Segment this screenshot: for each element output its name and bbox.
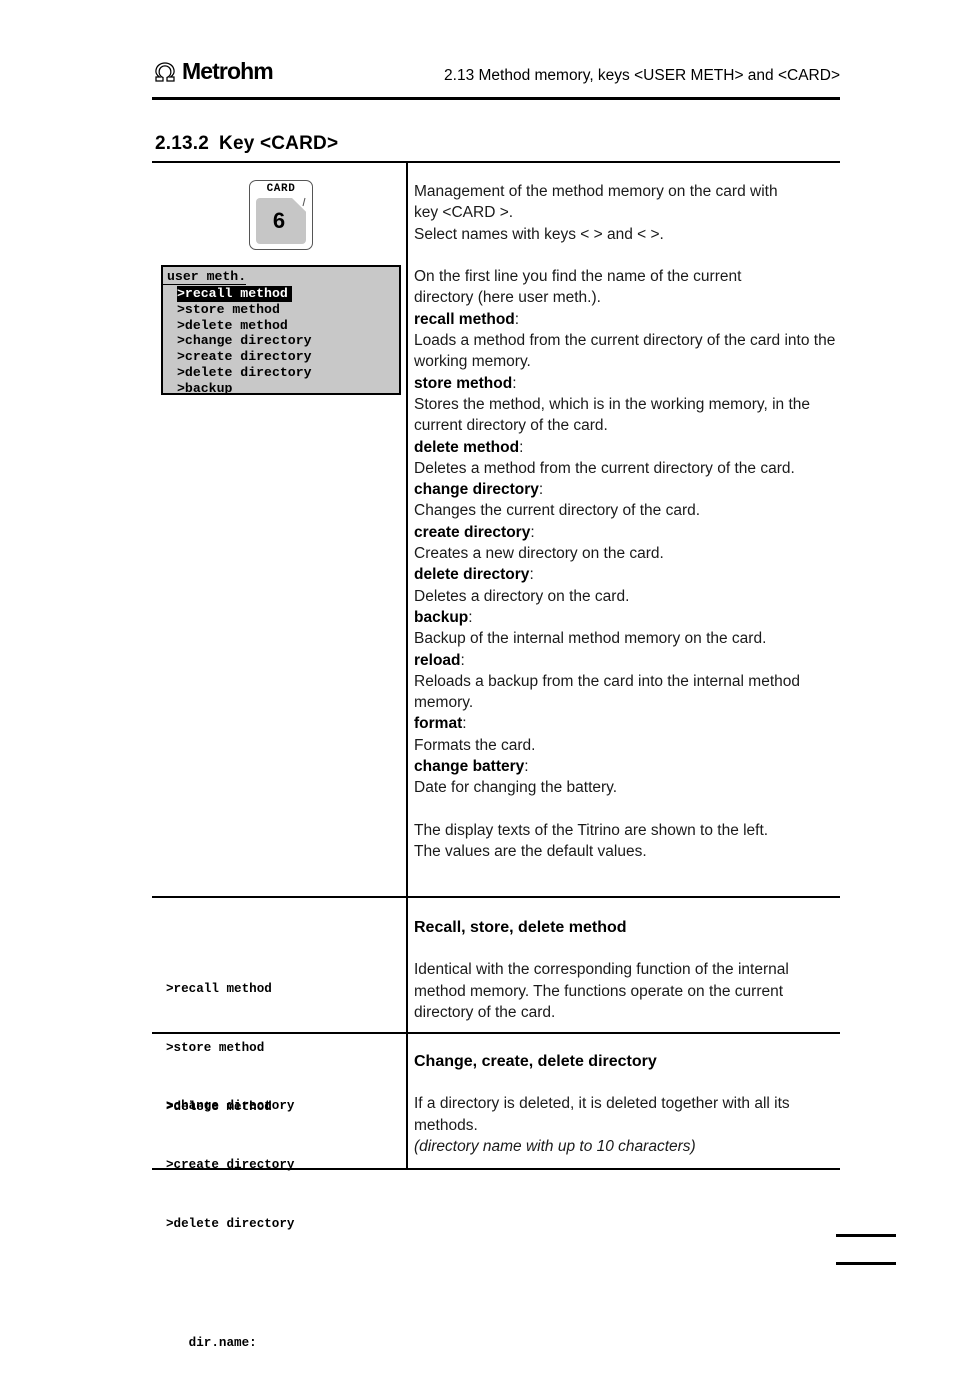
definition-create-directory: create directory: Creates a new director… [414,522,844,565]
metrohm-logo: Metrohm [152,58,274,84]
mono-line-store-method: >store method [166,1040,265,1055]
display-menu-item-recall-method[interactable]: >recall method [177,286,292,302]
desc-delete-method: Deletes a method from the current direct… [414,459,795,477]
document-page: Metrohm 2.13 Method memory, keys <USER M… [0,0,954,1351]
desc-store-method: Stores the method, which is in the worki… [414,395,810,435]
row-directory-mono-block: >change directory >create directory >del… [152,1057,420,1394]
term-backup: backup [414,608,469,626]
term-colon-9: : [524,758,529,776]
term-delete-method: delete method [414,438,520,456]
term-change-battery: change battery [414,758,525,776]
metrohm-logo-text: Metrohm [182,58,274,84]
desc-create-directory: Creates a new directory on the card. [414,545,664,563]
row-recall-body: Identical with the corresponding functio… [414,961,789,1021]
header-running-title: 2.13 Method memory, keys <USER METH> and… [444,67,840,84]
closing-line-1: The display texts of the Titrino are sho… [414,821,769,839]
definition-delete-method: delete method: Deletes a method from the… [414,437,844,480]
desc-change-directory: Changes the current directory of the car… [414,502,701,520]
mono-line-change-directory: >change directory [166,1098,295,1113]
mono-line-recall-method: >recall method [166,981,272,996]
definition-change-battery: change battery: Date for changing the ba… [414,756,844,799]
display-menu-item-change-directory[interactable]: >change directory [177,333,312,348]
term-create-directory: create directory [414,523,531,541]
display-menu-item-store-method[interactable]: >store method [177,302,280,317]
first-line-note-1: On the first line you find the name of t… [414,268,742,286]
desc-reload: Reloads a backup from the card into the … [414,672,801,712]
term-colon-4: : [530,523,535,541]
term-colon-5: : [529,566,534,584]
display-current-directory: user meth. [163,269,247,285]
page-title: 2.13.2 Key <CARD> [155,133,338,155]
desc-backup: Backup of the internal method memory on … [414,630,767,648]
definition-list: recall method: Loads a method from the c… [414,309,844,799]
table-rule-top [152,161,840,163]
term-store-method: store method [414,374,513,392]
row-directory-note: (directory name with up to 10 characters… [414,1137,696,1155]
mono-spacer [166,1275,420,1295]
card-key-description: Management of the method memory on the c… [414,181,844,863]
term-colon-6: : [468,608,473,626]
metrohm-omega-logo-icon [152,60,178,82]
term-delete-directory: delete directory [414,566,530,584]
titrino-display-panel: user meth. >recall method >store method … [161,265,401,395]
definition-format: format: Formats the card. [414,713,844,756]
desc-format: Formats the card. [414,736,536,754]
footer-rule-2 [836,1262,896,1265]
first-line-note-2: directory (here user meth.). [414,289,601,307]
definition-store-method: store method: Stores the method, which i… [414,373,844,437]
display-menu-item-delete-method[interactable]: >delete method [177,318,288,333]
term-colon-0: : [514,310,520,328]
section-title: Key <CARD> [219,133,339,154]
term-colon-2: : [519,438,524,456]
display-menu-item-backup[interactable]: >backup [177,381,232,393]
card-key-button[interactable]: CARD 6 [249,180,313,250]
mono-line-delete-directory: >delete directory [166,1217,295,1232]
row-recall-heading: Recall, store, delete method [414,919,627,936]
page-header: Metrohm 2.13 Method memory, keys <USER M… [152,60,840,98]
definition-delete-directory: delete directory: Deletes a directory on… [414,564,844,607]
term-colon-1: : [512,374,517,392]
row-directory-body: If a directory is deleted, it is deleted… [414,1095,790,1134]
card-corner-tick-icon [302,197,306,207]
definition-backup: backup: Backup of the internal method me… [414,607,844,650]
row-recall-spacer [414,938,844,959]
term-colon-8: : [462,715,467,733]
paragraph-spacer-1 [414,245,844,266]
desc-recall-method: Loads a method from the current director… [414,332,836,371]
display-menu-item-delete-directory[interactable]: >delete directory [177,365,312,380]
intro-line-3: Select names with keys < > and < >. [414,225,664,243]
row-directory-spacer [414,1072,844,1093]
card-key-number: 6 [272,208,286,233]
row-directory-heading: Change, create, delete directory [414,1053,657,1070]
table-rule-mid-1 [152,896,840,898]
term-reload: reload [414,651,461,669]
intro-line-1: Management of the method memory on the c… [414,183,778,200]
definition-reload: reload: Reloads a backup from the card i… [414,650,844,714]
section-number: 2.13.2 [155,133,210,154]
term-colon-3: : [538,481,544,499]
term-colon-7: : [460,651,465,669]
display-menu-item-create-directory[interactable]: >create directory [177,349,312,364]
table-divider-row-1 [406,161,408,896]
paragraph-spacer-2 [414,799,844,820]
row-directory-content: Change, create, delete directory If a di… [414,1051,844,1157]
intro-line-2: key <CARD >. [414,204,514,222]
definition-change-directory: change directory: Changes the current di… [414,479,844,522]
desc-change-battery: Date for changing the battery. [414,779,618,797]
mono-line-create-directory: >create directory [166,1157,295,1172]
desc-delete-directory: Deletes a directory on the card. [414,587,630,605]
card-key-label: CARD [266,183,296,195]
footer-rule-1 [836,1234,896,1237]
display-menu-list: >recall method >store method >delete met… [163,286,399,393]
row-recall-content: Recall, store, delete method Identical w… [414,917,844,1023]
header-rule [152,97,840,100]
definition-recall-method: recall method: Loads a method from the c… [414,309,844,373]
closing-line-2: The values are the default values. [414,843,647,861]
term-format: format [414,715,463,733]
term-recall-method: recall method [414,310,515,328]
term-change-directory: change directory [414,481,539,499]
